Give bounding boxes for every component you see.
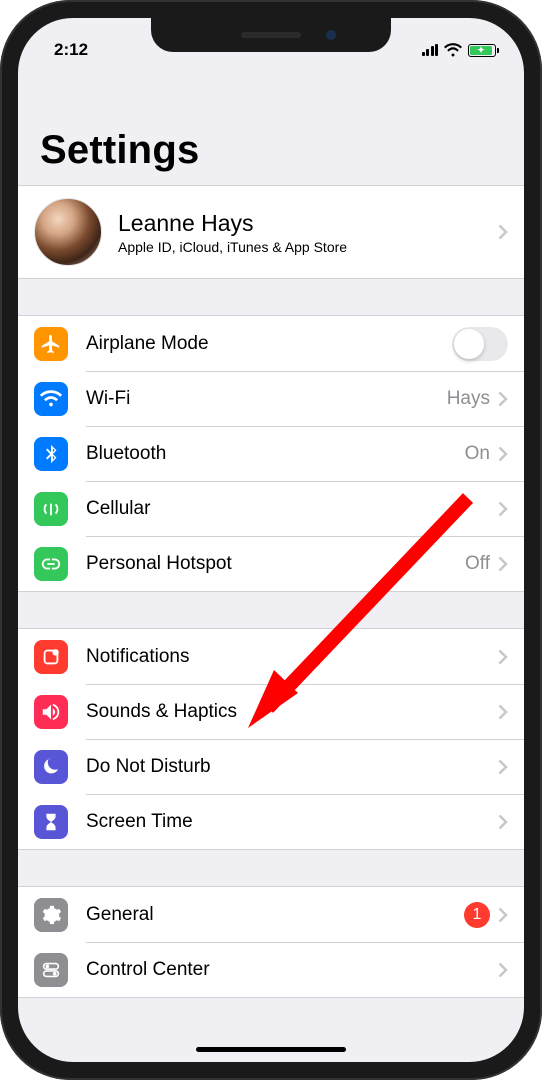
chevron-right-icon — [498, 814, 508, 830]
row-value: On — [465, 443, 490, 465]
chevron-right-icon — [498, 649, 508, 665]
hourglass-icon — [34, 805, 68, 839]
row-value: Off — [465, 553, 490, 575]
wifi-row[interactable]: Wi-Fi Hays — [18, 371, 524, 426]
wifi-icon — [34, 382, 68, 416]
general-row[interactable]: General 1 — [18, 887, 524, 942]
profile-subtitle: Apple ID, iCloud, iTunes & App Store — [118, 239, 498, 255]
row-label: Sounds & Haptics — [86, 701, 498, 723]
apple-id-row[interactable]: Leanne Hays Apple ID, iCloud, iTunes & A… — [18, 186, 524, 278]
battery-icon: ✦ — [468, 44, 496, 57]
alerts-group: Notifications Sounds & Haptics Do Not Di… — [18, 628, 524, 850]
bell-badge-icon — [34, 640, 68, 674]
row-label: Control Center — [86, 959, 498, 981]
moon-icon — [34, 750, 68, 784]
airplane-mode-row[interactable]: Airplane Mode — [18, 316, 524, 371]
row-value: Hays — [447, 388, 490, 410]
row-label: Notifications — [86, 646, 498, 668]
control-center-row[interactable]: Control Center — [18, 942, 524, 997]
airplane-icon — [34, 327, 68, 361]
chevron-right-icon — [498, 501, 508, 517]
bluetooth-row[interactable]: Bluetooth On — [18, 426, 524, 481]
status-time: 2:12 — [54, 40, 88, 60]
chevron-right-icon — [498, 224, 508, 240]
badge: 1 — [464, 902, 490, 928]
profile-name: Leanne Hays — [118, 210, 498, 237]
system-group: General 1 Control Center — [18, 886, 524, 998]
antenna-icon — [34, 492, 68, 526]
avatar — [34, 198, 102, 266]
chevron-right-icon — [498, 962, 508, 978]
chevron-right-icon — [498, 704, 508, 720]
personal-hotspot-row[interactable]: Personal Hotspot Off — [18, 536, 524, 591]
profile-group: Leanne Hays Apple ID, iCloud, iTunes & A… — [18, 185, 524, 279]
status-indicators: ✦ — [422, 43, 497, 57]
speaker-icon — [34, 695, 68, 729]
home-indicator[interactable] — [196, 1047, 346, 1052]
screen-time-row[interactable]: Screen Time — [18, 794, 524, 849]
cellular-row[interactable]: Cellular — [18, 481, 524, 536]
cellular-signal-icon — [422, 44, 439, 56]
chevron-right-icon — [498, 907, 508, 923]
row-label: Bluetooth — [86, 443, 465, 465]
airplane-toggle[interactable] — [452, 327, 508, 361]
bluetooth-icon — [34, 437, 68, 471]
wifi-icon — [444, 43, 462, 57]
sounds-row[interactable]: Sounds & Haptics — [18, 684, 524, 739]
phone-frame: 2:12 ✦ Settings Leanne Hays Apple ID, iC… — [0, 0, 542, 1080]
dnd-row[interactable]: Do Not Disturb — [18, 739, 524, 794]
gear-icon — [34, 898, 68, 932]
notch — [151, 18, 391, 52]
row-label: Wi-Fi — [86, 388, 447, 410]
row-label: Do Not Disturb — [86, 756, 498, 778]
row-label: Personal Hotspot — [86, 553, 465, 575]
notifications-row[interactable]: Notifications — [18, 629, 524, 684]
connectivity-group: Airplane Mode Wi-Fi Hays Bluetooth On Ce… — [18, 315, 524, 592]
switches-icon — [34, 953, 68, 987]
row-label: Cellular — [86, 498, 498, 520]
link-icon — [34, 547, 68, 581]
page-title: Settings — [18, 68, 524, 185]
row-label: General — [86, 904, 464, 926]
screen: 2:12 ✦ Settings Leanne Hays Apple ID, iC… — [18, 18, 524, 1062]
row-label: Airplane Mode — [86, 333, 452, 355]
row-label: Screen Time — [86, 811, 498, 833]
chevron-right-icon — [498, 446, 508, 462]
chevron-right-icon — [498, 759, 508, 775]
chevron-right-icon — [498, 391, 508, 407]
chevron-right-icon — [498, 556, 508, 572]
